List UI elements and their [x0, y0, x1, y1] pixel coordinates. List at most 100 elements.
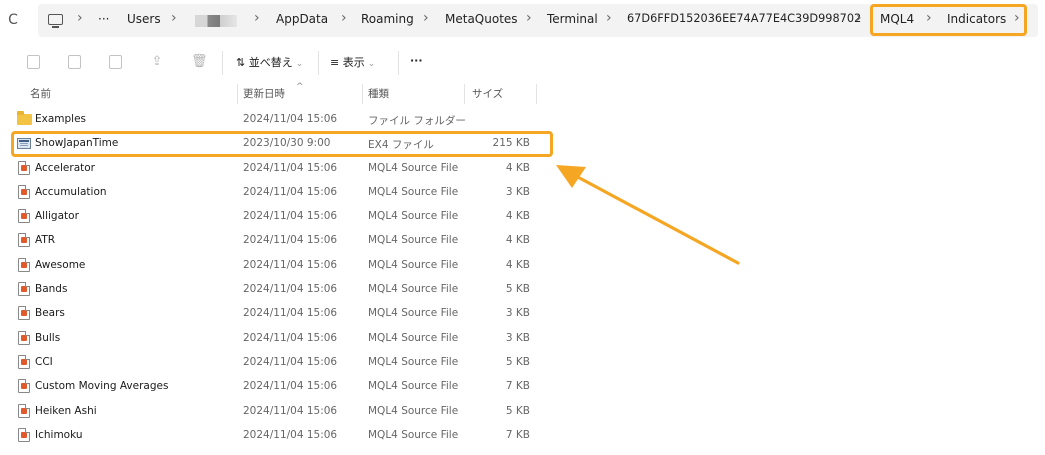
- file-name: Accelerator: [35, 161, 95, 174]
- redacted-username[interactable]: [195, 15, 237, 27]
- column-header-modified[interactable]: 更新日時: [243, 86, 285, 101]
- breadcrumb-roaming[interactable]: Roaming: [361, 12, 414, 26]
- file-modified: 2024/11/04 15:06: [243, 258, 338, 271]
- breadcrumb-terminal-id[interactable]: 67D6FFD152036EE74A77E4C39D998702: [627, 12, 861, 25]
- file-row[interactable]: Awesome 2024/11/04 15:06 MQL4 Source File 4…: [12, 254, 550, 278]
- file-modified: 2024/11/04 15:06: [243, 161, 338, 174]
- share-icon[interactable]: ⇪: [150, 55, 164, 69]
- file-type: MQL4 Source File: [368, 258, 459, 271]
- file-type: MQL4 Source File: [368, 380, 459, 393]
- source-file-icon: [18, 427, 30, 442]
- refresh-icon[interactable]: C: [4, 11, 22, 29]
- file-row[interactable]: Bands 2024/11/04 15:06 MQL4 Source File 5 K…: [12, 278, 550, 302]
- file-modified: 2024/11/04 15:06: [243, 428, 338, 441]
- more-button[interactable]: ···: [410, 54, 423, 67]
- file-size: 3 KB: [505, 307, 530, 320]
- source-file-icon: [18, 354, 30, 369]
- folder-icon: [17, 111, 32, 125]
- view-button[interactable]: ≡ 表示 ⌄: [330, 54, 375, 70]
- rename-icon[interactable]: [109, 55, 122, 69]
- file-type: MQL4 Source File: [368, 185, 459, 198]
- file-row[interactable]: ATR 2024/11/04 15:06 MQL4 Source File 4 KB: [12, 229, 550, 253]
- breadcrumb-metaquotes[interactable]: MetaQuotes: [445, 12, 518, 26]
- breadcrumb-appdata[interactable]: AppData: [276, 12, 328, 26]
- column-divider[interactable]: [464, 84, 465, 104]
- sort-caret-icon: ^: [296, 82, 304, 92]
- file-name: Bears: [35, 307, 65, 320]
- file-name: ATR: [35, 234, 56, 247]
- file-size: 3 KB: [505, 185, 530, 198]
- breadcrumb-separator[interactable]: ›: [77, 10, 83, 26]
- this-pc-icon[interactable]: [48, 14, 63, 28]
- file-type: MQL4 Source File: [368, 355, 459, 368]
- breadcrumb-separator[interactable]: ›: [526, 10, 532, 26]
- column-header-name[interactable]: 名前: [30, 86, 51, 101]
- navigation-bar: C › ··· Users › › AppData › Roaming › Me…: [0, 0, 1045, 42]
- sort-button[interactable]: ⇅ 並べ替え ⌄: [236, 54, 303, 70]
- toolbar-divider: [318, 51, 319, 75]
- file-row[interactable]: Bulls 2024/11/04 15:06 MQL4 Source File 3 K…: [12, 327, 550, 351]
- file-type: MQL4 Source File: [368, 404, 459, 417]
- toolbar-divider: [398, 51, 399, 75]
- file-name: Ichimoku: [35, 428, 83, 441]
- file-row[interactable]: Ichimoku 2024/11/04 15:06 MQL4 Source File…: [12, 424, 550, 448]
- paste-icon[interactable]: [68, 55, 81, 69]
- file-highlight-box: [11, 131, 553, 157]
- column-header-type[interactable]: 種類: [368, 86, 389, 101]
- file-row[interactable]: Alligator 2024/11/04 15:06 MQL4 Source Fil…: [12, 205, 550, 229]
- file-type: MQL4 Source File: [368, 283, 459, 296]
- breadcrumb-more[interactable]: ···: [98, 12, 109, 26]
- file-name: CCI: [35, 355, 53, 368]
- file-modified: 2024/11/04 15:06: [243, 113, 338, 125]
- file-row[interactable]: Examples 2024/11/04 15:06 ファイル フォルダー: [12, 108, 550, 132]
- file-row[interactable]: Accelerator 2024/11/04 15:06 MQL4 Source F…: [12, 157, 550, 181]
- breadcrumb-users[interactable]: Users: [127, 12, 161, 26]
- command-bar: ⇪ 🗑 ⇅ 並べ替え ⌄ ≡ 表示 ⌄ ···: [0, 45, 1045, 81]
- file-type: MQL4 Source File: [368, 331, 459, 344]
- column-header-size[interactable]: サイズ: [472, 86, 503, 101]
- file-size: 5 KB: [505, 283, 530, 296]
- file-size: 4 KB: [505, 210, 530, 223]
- file-row[interactable]: CCI 2024/11/04 15:06 MQL4 Source File 5 KB: [12, 351, 550, 375]
- file-name: Bulls: [35, 331, 61, 344]
- file-modified: 2024/11/04 15:06: [243, 380, 338, 393]
- sort-label: 並べ替え: [248, 56, 293, 69]
- file-list: Examples 2024/11/04 15:06 ファイル フォルダー ShowJa…: [12, 108, 550, 448]
- file-row[interactable]: Custom Moving Averages 2024/11/04 15:06 MQ…: [12, 375, 550, 399]
- source-file-icon: [18, 403, 30, 418]
- file-type: ファイル フォルダー: [368, 115, 466, 127]
- file-modified: 2024/11/04 15:06: [243, 331, 338, 344]
- file-modified: 2024/11/04 15:06: [243, 234, 338, 247]
- source-file-icon: [18, 160, 30, 175]
- source-file-icon: [18, 209, 30, 224]
- breadcrumb-terminal[interactable]: Terminal: [547, 12, 598, 26]
- delete-icon[interactable]: 🗑: [191, 55, 208, 69]
- file-modified: 2024/11/04 15:06: [243, 307, 338, 320]
- file-name: Examples: [35, 113, 87, 125]
- chevron-down-icon: ⌄: [295, 59, 304, 69]
- breadcrumb-separator[interactable]: ›: [171, 10, 177, 26]
- source-file-icon: [18, 306, 30, 321]
- column-divider[interactable]: [362, 84, 363, 104]
- address-bar[interactable]: › ··· Users › › AppData › Roaming › Meta…: [38, 4, 1038, 37]
- breadcrumb-separator[interactable]: ›: [254, 10, 260, 26]
- breadcrumb-separator[interactable]: ›: [606, 10, 612, 26]
- file-row[interactable]: Heiken Ashi 2024/11/04 15:06 MQL4 Source F…: [12, 400, 550, 424]
- file-size: 7 KB: [505, 428, 530, 441]
- column-divider[interactable]: [237, 84, 238, 104]
- copy-icon[interactable]: [27, 55, 40, 69]
- file-size: 5 KB: [505, 404, 530, 417]
- file-modified: 2024/11/04 15:06: [243, 355, 338, 368]
- breadcrumb-separator[interactable]: ›: [341, 10, 347, 26]
- chevron-down-icon: ⌄: [367, 59, 376, 69]
- breadcrumb-separator[interactable]: ›: [856, 10, 862, 26]
- file-size: 4 KB: [505, 161, 530, 174]
- breadcrumb-separator[interactable]: ›: [423, 10, 429, 26]
- source-file-icon: [18, 257, 30, 272]
- file-row[interactable]: Accumulation 2024/11/04 15:06 MQL4 Source …: [12, 181, 550, 205]
- source-file-icon: [18, 330, 30, 345]
- file-row[interactable]: Bears 2024/11/04 15:06 MQL4 Source File 3 K…: [12, 302, 550, 326]
- column-divider[interactable]: [536, 84, 537, 104]
- file-type: MQL4 Source File: [368, 161, 459, 174]
- file-size: 5 KB: [505, 355, 530, 368]
